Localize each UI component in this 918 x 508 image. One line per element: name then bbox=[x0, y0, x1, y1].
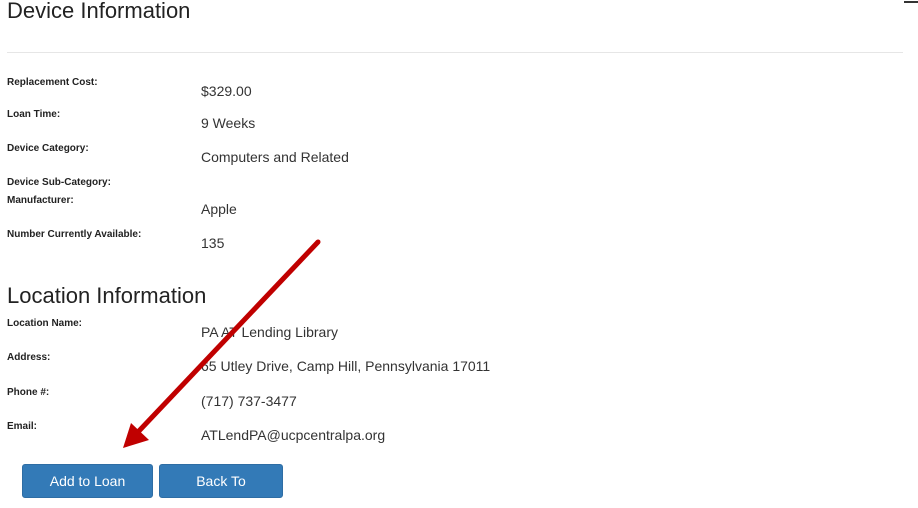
field-row-replacement-cost: Replacement Cost: $329.00 bbox=[7, 77, 887, 99]
field-value-number-available: 135 bbox=[201, 235, 225, 251]
field-row-location-name: Location Name: PA AT Lending Library bbox=[7, 318, 887, 340]
back-to-search-button[interactable]: Back To Search bbox=[159, 464, 283, 508]
field-label-address: Address: bbox=[7, 352, 51, 363]
field-label-replacement-cost: Replacement Cost: bbox=[7, 77, 98, 88]
field-row-number-available: Number Currently Available: 135 bbox=[7, 229, 887, 251]
field-value-location-name: PA AT Lending Library bbox=[201, 324, 338, 340]
field-value-device-category: Computers and Related bbox=[201, 149, 349, 165]
field-row-device-sub-category: Device Sub-Category: bbox=[7, 177, 887, 197]
field-row-address: Address: 65 Utley Drive, Camp Hill, Penn… bbox=[7, 352, 887, 374]
field-label-loan-time: Loan Time: bbox=[7, 109, 61, 120]
field-label-number-available: Number Currently Available: bbox=[7, 229, 142, 240]
field-label-phone: Phone #: bbox=[7, 387, 50, 398]
field-label-location-name: Location Name: bbox=[7, 318, 83, 329]
field-value-manufacturer: Apple bbox=[201, 201, 237, 217]
field-value-address: 65 Utley Drive, Camp Hill, Pennsylvania … bbox=[201, 358, 491, 374]
field-row-device-category: Device Category: Computers and Related bbox=[7, 143, 887, 165]
field-value-loan-time: 9 Weeks bbox=[201, 115, 256, 131]
device-information-heading: Device Information bbox=[7, 0, 191, 23]
device-detail-page: Device Information Replacement Cost: $32… bbox=[0, 0, 918, 508]
add-to-loan-cart-button[interactable]: Add to Loan Cart bbox=[22, 464, 153, 508]
field-row-manufacturer: Manufacturer: Apple bbox=[7, 195, 887, 217]
field-value-email: ATLendPA@ucpcentralpa.org bbox=[201, 427, 386, 443]
field-value-replacement-cost: $329.00 bbox=[201, 83, 252, 99]
field-row-email: Email: ATLendPA@ucpcentralpa.org bbox=[7, 421, 887, 443]
field-label-manufacturer: Manufacturer: bbox=[7, 195, 74, 206]
corner-mark bbox=[904, 1, 918, 3]
field-label-device-sub-category: Device Sub-Category: bbox=[7, 177, 111, 188]
field-value-phone: (717) 737-3477 bbox=[201, 393, 297, 409]
location-information-heading: Location Information bbox=[7, 283, 207, 308]
field-label-device-category: Device Category: bbox=[7, 143, 89, 154]
field-label-email: Email: bbox=[7, 421, 38, 432]
field-row-loan-time: Loan Time: 9 Weeks bbox=[7, 109, 887, 131]
field-row-phone: Phone #: (717) 737-3477 bbox=[7, 387, 887, 409]
section-divider bbox=[7, 52, 903, 53]
